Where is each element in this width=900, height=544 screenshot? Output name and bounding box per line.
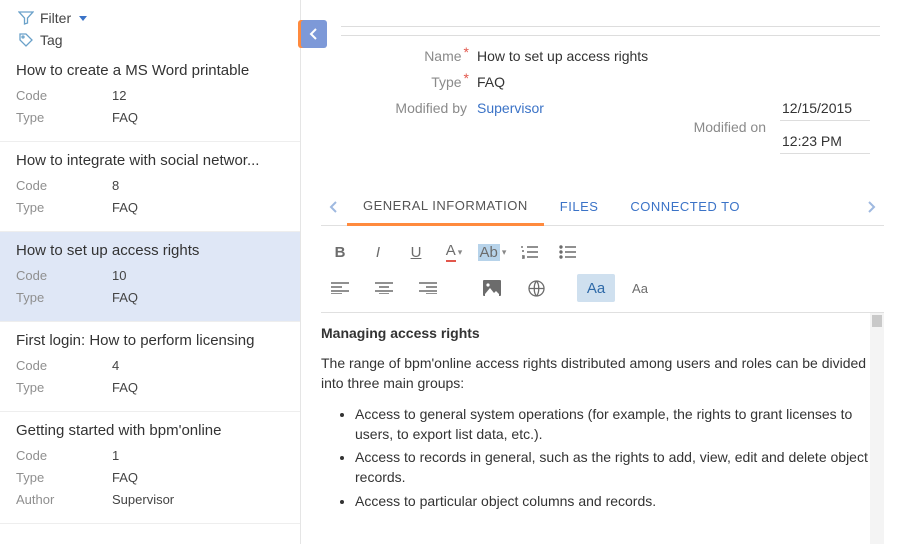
modified-by-label: Modified by [361, 100, 477, 116]
chevron-right-icon [866, 200, 876, 214]
align-left-icon [331, 282, 349, 294]
chevron-left-icon [308, 27, 320, 41]
scrollbar[interactable] [870, 313, 884, 544]
name-value[interactable]: How to set up access rights [477, 48, 648, 64]
align-left-button[interactable] [321, 274, 359, 302]
tabs-next-button[interactable] [858, 192, 884, 222]
text-style-b-button[interactable]: Aa [621, 274, 659, 302]
numbered-list-button[interactable] [511, 238, 549, 266]
tab-connected-to[interactable]: CONNECTED TO [614, 189, 756, 224]
modified-time-value[interactable]: 12:23 PM [780, 133, 870, 154]
filter-icon [18, 10, 34, 26]
align-right-icon [419, 282, 437, 294]
highlight-button[interactable]: Ab▾ [473, 238, 511, 266]
chevron-down-icon [79, 16, 87, 21]
list-item-title: How to create a MS Word printable [16, 62, 284, 79]
name-label: Name* [361, 48, 477, 64]
type-label: Type* [361, 74, 477, 90]
globe-icon [528, 280, 545, 297]
list-item[interactable]: Getting started with bpm'onlineCode1Type… [0, 412, 300, 524]
tab-general-information[interactable]: GENERAL INFORMATION [347, 188, 544, 226]
align-center-icon [375, 282, 393, 294]
align-center-button[interactable] [365, 274, 403, 302]
tab-files[interactable]: FILES [544, 189, 615, 224]
chevron-left-icon [329, 200, 339, 214]
article-bullet: Access to general system operations (for… [355, 404, 880, 445]
article-bullet: Access to particular object columns and … [355, 491, 880, 511]
article-intro: The range of bpm'online access rights di… [321, 353, 880, 394]
collapse-panel-button[interactable] [301, 20, 327, 48]
tabs-bar: GENERAL INFORMATION FILES CONNECTED TO [321, 180, 884, 226]
list-item-title: How to integrate with social networ... [16, 152, 284, 169]
bullet-list-icon [559, 245, 577, 259]
list-item-title: Getting started with bpm'online [16, 422, 284, 439]
article-bullet: Access to records in general, such as th… [355, 447, 880, 488]
image-icon [483, 280, 501, 296]
bullet-list-button[interactable] [549, 238, 587, 266]
underline-button[interactable]: U [397, 238, 435, 266]
text-style-a-button[interactable]: Aa [577, 274, 615, 302]
font-color-button[interactable]: A▾ [435, 238, 473, 266]
list-item[interactable]: How to integrate with social networ...Co… [0, 142, 300, 232]
list-item[interactable]: How to create a MS Word printableCode12T… [0, 52, 300, 142]
type-value[interactable]: FAQ [477, 74, 505, 90]
insert-image-button[interactable] [473, 274, 511, 302]
list-item-title: First login: How to perform licensing [16, 332, 284, 349]
italic-button[interactable]: I [359, 238, 397, 266]
list-item[interactable]: How to set up access rightsCode10TypeFAQ [0, 232, 300, 322]
tag-action[interactable]: Tag [18, 32, 63, 48]
tabs-prev-button[interactable] [321, 192, 347, 222]
modified-date-value[interactable]: 12/15/2015 [780, 100, 870, 121]
article-body[interactable]: Managing access rights The range of bpm'… [321, 313, 884, 544]
insert-link-button[interactable] [517, 274, 555, 302]
tag-label: Tag [40, 32, 63, 48]
list-item-title: How to set up access rights [16, 242, 284, 259]
article-list: How to create a MS Word printableCode12T… [0, 52, 300, 544]
align-right-button[interactable] [409, 274, 447, 302]
header-divider [341, 26, 880, 36]
bold-button[interactable]: B [321, 238, 359, 266]
editor-toolbar: B I U A▾ Ab▾ [301, 226, 900, 274]
numbered-list-icon [521, 245, 539, 259]
modified-by-value[interactable]: Supervisor [477, 100, 544, 116]
list-item[interactable]: First login: How to perform licensingCod… [0, 322, 300, 412]
tag-icon [18, 32, 34, 48]
filter-action[interactable]: Filter [18, 10, 87, 26]
filter-label: Filter [40, 10, 71, 26]
article-heading: Managing access rights [321, 325, 880, 341]
modified-on-label: Modified on [694, 119, 766, 135]
